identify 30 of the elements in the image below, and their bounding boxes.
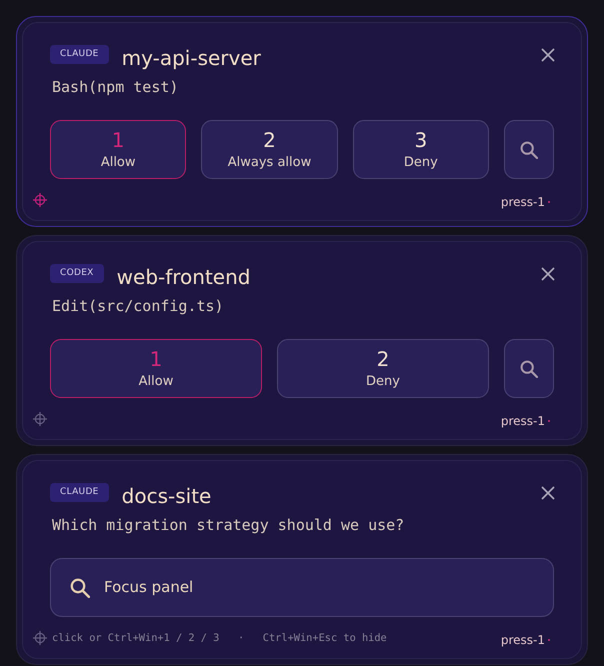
request-text: Edit(src/config.ts)	[51, 296, 225, 316]
action-label: press-1	[500, 632, 545, 648]
focus-panel-button[interactable]: Focus panel	[50, 558, 554, 617]
agent-badge: CODEX	[50, 264, 104, 283]
close-icon	[540, 485, 556, 501]
agent-badge: CLAUDE	[50, 45, 109, 64]
request-text: Bash(npm test)	[51, 77, 180, 97]
close-icon	[540, 47, 556, 63]
search-button[interactable]	[504, 120, 554, 179]
action-label: press-1	[500, 194, 545, 210]
option-button[interactable]: 3 Deny	[352, 120, 489, 179]
search-icon	[520, 140, 538, 158]
close-button[interactable]	[540, 485, 556, 501]
search-button[interactable]	[504, 339, 554, 398]
close-button[interactable]	[540, 266, 556, 282]
request-text: Which migration strategy should we use?	[51, 515, 406, 535]
option-button[interactable]: 2 Always allow	[201, 120, 338, 179]
search-icon	[520, 360, 538, 378]
close-button[interactable]	[540, 47, 556, 63]
project-title: docs-site	[122, 484, 212, 508]
project-title: web-frontend	[116, 265, 250, 289]
agent-badge: CLAUDE	[50, 483, 109, 502]
search-icon	[70, 578, 90, 598]
project-title: my-api-server	[122, 46, 261, 70]
option-button[interactable]: 1 Allow	[50, 339, 262, 398]
shortcut-hint: click or Ctrl+Win+1 / 2 / 3 · Ctrl+Win+Esc to hide	[52, 631, 387, 645]
close-icon	[540, 266, 556, 282]
action-label: press-1	[500, 413, 545, 429]
option-button[interactable]: 1 Allow	[50, 120, 186, 179]
option-button[interactable]: 2 Deny	[277, 339, 489, 398]
